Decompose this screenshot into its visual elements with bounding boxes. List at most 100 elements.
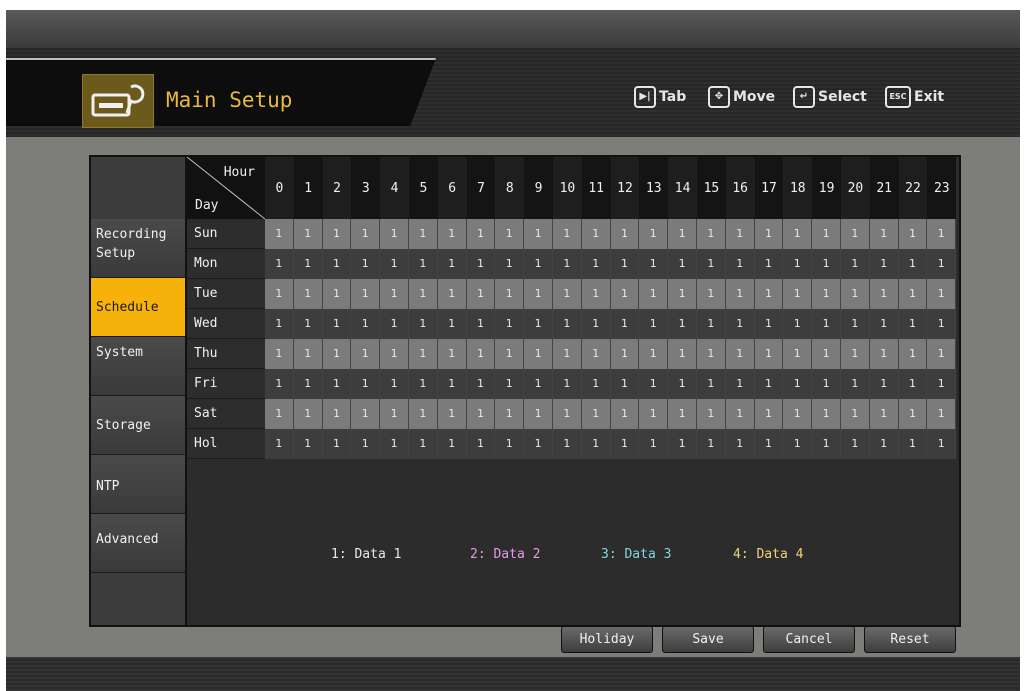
schedule-cell[interactable]: 1	[754, 219, 784, 249]
schedule-cell[interactable]: 1	[409, 399, 438, 429]
schedule-cell[interactable]: 1	[783, 399, 813, 429]
schedule-cell[interactable]: 1	[841, 399, 870, 429]
schedule-cell[interactable]: 1	[869, 279, 899, 309]
schedule-cell[interactable]: 1	[351, 309, 381, 339]
schedule-cell[interactable]: 1	[668, 339, 697, 369]
schedule-cell[interactable]: 1	[351, 219, 381, 249]
schedule-cell[interactable]: 1	[725, 369, 755, 399]
save-button[interactable]: Save	[662, 626, 754, 653]
schedule-cell[interactable]: 1	[524, 399, 553, 429]
schedule-cell[interactable]: 1	[524, 309, 553, 339]
schedule-cell[interactable]: 1	[841, 429, 870, 459]
schedule-cell[interactable]: 1	[293, 249, 323, 279]
schedule-cell[interactable]: 1	[869, 369, 899, 399]
schedule-cell[interactable]: 1	[553, 369, 582, 399]
schedule-cell[interactable]: 1	[437, 429, 467, 459]
schedule-cell[interactable]: 1	[754, 369, 784, 399]
schedule-cell[interactable]: 1	[898, 399, 928, 429]
schedule-cell[interactable]: 1	[409, 309, 438, 339]
schedule-cell[interactable]: 1	[697, 399, 726, 429]
schedule-cell[interactable]: 1	[437, 369, 467, 399]
schedule-cell[interactable]: 1	[581, 249, 611, 279]
schedule-cell[interactable]: 1	[639, 249, 669, 279]
schedule-cell[interactable]: 1	[380, 249, 409, 279]
schedule-cell[interactable]: 1	[524, 249, 553, 279]
schedule-cell[interactable]: 1	[265, 399, 294, 429]
schedule-cell[interactable]: 1	[553, 219, 582, 249]
schedule-cell[interactable]: 1	[697, 339, 726, 369]
schedule-cell[interactable]: 1	[898, 279, 928, 309]
schedule-cell[interactable]: 1	[812, 339, 841, 369]
schedule-cell[interactable]: 1	[841, 309, 870, 339]
schedule-cell[interactable]: 1	[581, 339, 611, 369]
schedule-cell[interactable]: 1	[322, 279, 352, 309]
schedule-cell[interactable]: 1	[610, 219, 640, 249]
schedule-cell[interactable]: 1	[466, 399, 496, 429]
schedule-cell[interactable]: 1	[581, 399, 611, 429]
schedule-cell[interactable]: 1	[581, 279, 611, 309]
schedule-cell[interactable]: 1	[927, 429, 957, 459]
schedule-cell[interactable]: 1	[495, 369, 525, 399]
sidebar-item-recording-setup[interactable]: Recording Setup	[91, 219, 185, 278]
schedule-cell[interactable]: 1	[322, 249, 352, 279]
schedule-cell[interactable]: 1	[783, 219, 813, 249]
schedule-cell[interactable]: 1	[783, 339, 813, 369]
schedule-cell[interactable]: 1	[524, 339, 553, 369]
schedule-cell[interactable]: 1	[869, 219, 899, 249]
schedule-cell[interactable]: 1	[639, 309, 669, 339]
schedule-cell[interactable]: 1	[898, 309, 928, 339]
schedule-cell[interactable]: 1	[668, 219, 697, 249]
schedule-cell[interactable]: 1	[754, 309, 784, 339]
schedule-cell[interactable]: 1	[725, 429, 755, 459]
schedule-cell[interactable]: 1	[783, 249, 813, 279]
schedule-cell[interactable]: 1	[725, 309, 755, 339]
schedule-cell[interactable]: 1	[466, 429, 496, 459]
schedule-cell[interactable]: 1	[927, 309, 957, 339]
schedule-cell[interactable]: 1	[581, 219, 611, 249]
schedule-cell[interactable]: 1	[697, 249, 726, 279]
schedule-cell[interactable]: 1	[812, 279, 841, 309]
schedule-cell[interactable]: 1	[409, 279, 438, 309]
schedule-cell[interactable]: 1	[927, 369, 957, 399]
schedule-cell[interactable]: 1	[437, 399, 467, 429]
schedule-cell[interactable]: 1	[409, 219, 438, 249]
schedule-cell[interactable]: 1	[812, 219, 841, 249]
schedule-cell[interactable]: 1	[639, 369, 669, 399]
schedule-cell[interactable]: 1	[581, 429, 611, 459]
schedule-cell[interactable]: 1	[610, 249, 640, 279]
schedule-cell[interactable]: 1	[610, 369, 640, 399]
sidebar-item-system[interactable]: System	[91, 337, 185, 396]
schedule-cell[interactable]: 1	[610, 429, 640, 459]
schedule-cell[interactable]: 1	[553, 399, 582, 429]
schedule-cell[interactable]: 1	[437, 309, 467, 339]
schedule-cell[interactable]: 1	[610, 309, 640, 339]
schedule-cell[interactable]: 1	[697, 279, 726, 309]
schedule-cell[interactable]: 1	[524, 369, 553, 399]
schedule-cell[interactable]: 1	[437, 249, 467, 279]
schedule-cell[interactable]: 1	[812, 429, 841, 459]
schedule-cell[interactable]: 1	[437, 219, 467, 249]
schedule-cell[interactable]: 1	[812, 369, 841, 399]
schedule-cell[interactable]: 1	[466, 249, 496, 279]
schedule-cell[interactable]: 1	[380, 219, 409, 249]
schedule-cell[interactable]: 1	[927, 339, 957, 369]
schedule-cell[interactable]: 1	[322, 369, 352, 399]
schedule-cell[interactable]: 1	[293, 279, 323, 309]
schedule-cell[interactable]: 1	[639, 219, 669, 249]
schedule-cell[interactable]: 1	[466, 339, 496, 369]
schedule-cell[interactable]: 1	[783, 309, 813, 339]
schedule-cell[interactable]: 1	[265, 339, 294, 369]
schedule-cell[interactable]: 1	[351, 399, 381, 429]
schedule-cell[interactable]: 1	[725, 279, 755, 309]
schedule-cell[interactable]: 1	[265, 309, 294, 339]
schedule-cell[interactable]: 1	[293, 369, 323, 399]
schedule-cell[interactable]: 1	[841, 339, 870, 369]
schedule-cell[interactable]: 1	[869, 309, 899, 339]
schedule-cell[interactable]: 1	[409, 369, 438, 399]
schedule-cell[interactable]: 1	[265, 369, 294, 399]
schedule-cell[interactable]: 1	[322, 309, 352, 339]
schedule-cell[interactable]: 1	[495, 309, 525, 339]
schedule-cell[interactable]: 1	[783, 369, 813, 399]
schedule-cell[interactable]: 1	[495, 399, 525, 429]
schedule-cell[interactable]: 1	[495, 249, 525, 279]
